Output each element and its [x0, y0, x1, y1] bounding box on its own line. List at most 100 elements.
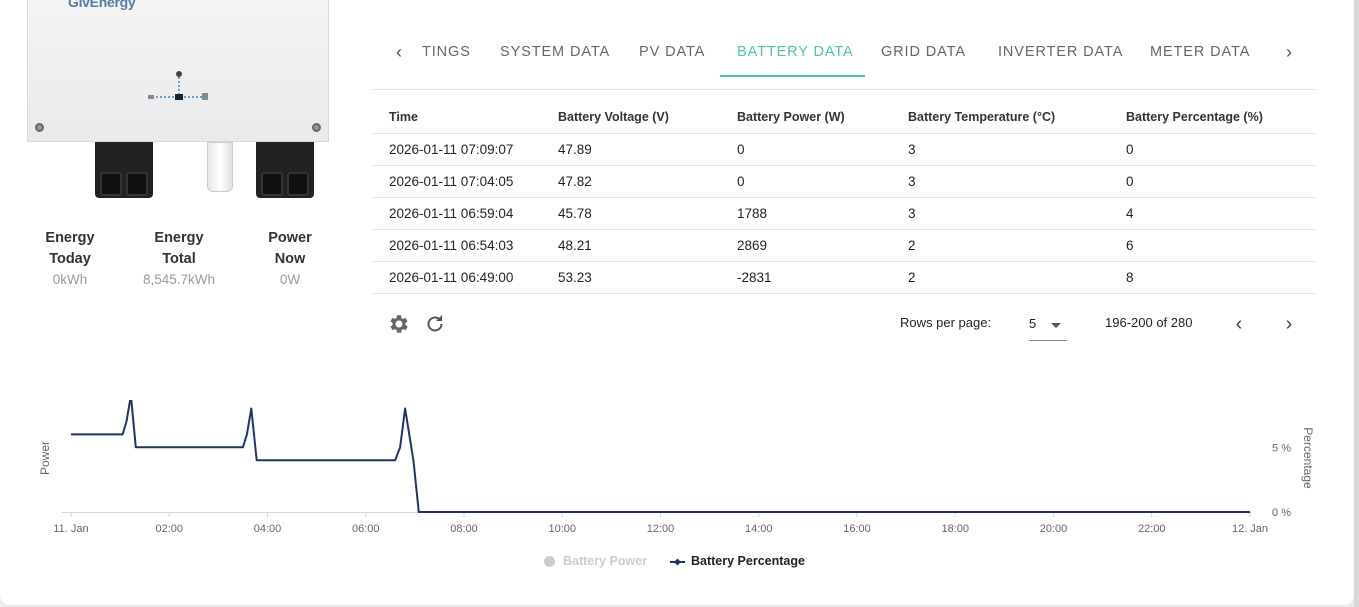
table-row: 2026-01-11 07:04:05 47.82 0 3 0 — [373, 166, 1315, 198]
cell-temperature: 3 — [908, 174, 916, 189]
inverter-image: GivEnergy — [27, 0, 330, 200]
table-row: 2026-01-11 06:54:03 48.21 2869 2 6 — [373, 230, 1315, 262]
energy-total-stat: Energy Total 8,545.7kWh — [129, 228, 229, 287]
inverter-status-icon — [148, 71, 208, 100]
dropdown-caret-icon — [1051, 323, 1061, 328]
stat-label: Energy — [154, 230, 204, 246]
table-header-row: Time Battery Voltage (V) Battery Power (… — [373, 100, 1315, 134]
cell-percentage: 0 — [1126, 174, 1134, 189]
x-tick-label: 12:00 — [647, 523, 675, 535]
battery-data-table: Time Battery Voltage (V) Battery Power (… — [373, 100, 1315, 294]
cell-voltage: 47.89 — [558, 142, 592, 157]
column-header-power[interactable]: Battery Power (W) — [737, 100, 845, 134]
rows-per-page-select[interactable]: 5 — [1029, 309, 1067, 341]
page-scrollbar[interactable] — [1354, 0, 1359, 607]
y-left-axis-title: Power — [38, 441, 52, 475]
x-tick-label: 22:00 — [1138, 523, 1166, 535]
tabs-divider — [373, 89, 1315, 90]
column-header-time[interactable]: Time — [389, 100, 418, 134]
cable-port — [95, 142, 153, 198]
stat-label: Power — [268, 230, 312, 246]
column-header-voltage[interactable]: Battery Voltage (V) — [558, 100, 669, 134]
table-row: 2026-01-11 06:59:04 45.78 1788 3 4 — [373, 198, 1315, 230]
x-tick-label: 18:00 — [941, 523, 969, 535]
cell-percentage: 4 — [1126, 206, 1134, 221]
tabs-scroll-left-button[interactable]: ‹ — [389, 42, 409, 62]
legend-label: Battery Percentage — [691, 554, 805, 568]
inverter-logo: GivEnergy — [68, 0, 136, 10]
tab-meter-data[interactable]: METER DATA — [1150, 44, 1250, 60]
stat-label: Today — [49, 251, 91, 267]
screw-icon — [312, 123, 321, 132]
column-header-temperature[interactable]: Battery Temperature (°C) — [908, 100, 1055, 134]
energy-today-stat: Energy Today 0kWh — [20, 228, 120, 287]
x-tick-label: 04:00 — [254, 523, 282, 535]
stat-value: 0W — [279, 272, 301, 287]
tab-system-data[interactable]: SYSTEM DATA — [500, 44, 610, 60]
active-tab-indicator — [720, 75, 865, 77]
pagination-range: 196-200 of 280 — [1105, 315, 1193, 330]
y-right-tick-label: 5 % — [1272, 442, 1291, 454]
tabs-scroll-right-button[interactable]: › — [1279, 42, 1299, 62]
x-tick-label: 16:00 — [843, 523, 871, 535]
x-tick-label: 02:00 — [155, 523, 183, 535]
x-tick-label: 08:00 — [450, 523, 478, 535]
table-row: 2026-01-11 06:49:00 53.23 -2831 2 8 — [373, 262, 1315, 294]
tab-inverter-data[interactable]: INVERTER DATA — [998, 44, 1123, 60]
cell-power: 0 — [737, 174, 745, 189]
cell-percentage: 8 — [1126, 270, 1134, 285]
cell-time: 2026-01-11 06:54:03 — [389, 238, 514, 253]
legend-marker-icon — [544, 556, 555, 567]
legend-line-icon — [670, 558, 685, 566]
refresh-icon[interactable] — [423, 312, 447, 336]
cell-temperature: 2 — [908, 238, 916, 253]
tab-grid-data[interactable]: GRID DATA — [881, 44, 966, 60]
cell-percentage: 6 — [1126, 238, 1134, 253]
cell-power: 2869 — [737, 238, 768, 253]
rows-per-page-label: Rows per page: — [900, 315, 992, 330]
stat-label: Total — [162, 251, 196, 267]
stat-value: 8,545.7kWh — [142, 272, 216, 287]
y-right-tick-label: 0 % — [1272, 507, 1291, 519]
x-tick-label: 10:00 — [548, 523, 576, 535]
legend-label: Battery Power — [563, 554, 648, 568]
cell-time: 2026-01-11 07:09:07 — [389, 142, 514, 157]
cell-voltage: 45.78 — [558, 206, 592, 221]
rows-per-page-value: 5 — [1029, 316, 1037, 331]
battery-chart: 11. Jan 02:00 04:00 06:00 08:00 10:00 12:00 14:… — [38, 400, 1315, 535]
x-tick-label: 06:00 — [352, 523, 380, 535]
x-tick-label: 20:00 — [1040, 523, 1068, 535]
cell-time: 2026-01-11 06:49:00 — [389, 270, 514, 285]
cell-voltage: 48.21 — [558, 238, 592, 253]
cell-percentage: 0 — [1126, 142, 1134, 157]
x-tick-label: 12. Jan — [1232, 523, 1268, 535]
cell-power: 1788 — [737, 206, 768, 221]
cell-temperature: 2 — [908, 270, 916, 285]
inverter-body: GivEnergy — [27, 0, 329, 142]
cell-power: -2831 — [737, 270, 772, 285]
stat-value: 0kWh — [52, 272, 88, 287]
stat-label: Energy — [45, 230, 95, 246]
cell-temperature: 3 — [908, 206, 916, 221]
next-page-button[interactable]: › — [1275, 311, 1303, 339]
tab-pv-data[interactable]: PV DATA — [639, 44, 705, 60]
screw-icon — [35, 123, 44, 132]
cell-time: 2026-01-11 06:59:04 — [389, 206, 514, 221]
cell-voltage: 53.23 — [558, 270, 592, 285]
table-footer: Rows per page: 5 196-200 of 280 ‹ › — [373, 305, 1315, 345]
cell-power: 0 — [737, 142, 745, 157]
cell-time: 2026-01-11 07:04:05 — [389, 174, 514, 189]
series-line-battery-percentage — [71, 400, 1250, 513]
table-row: 2026-01-11 07:09:07 47.89 0 3 0 — [373, 134, 1315, 166]
x-tick-label: 14:00 — [745, 523, 773, 535]
tab-settings[interactable]: TINGS — [422, 44, 471, 60]
x-tick-label: 11. Jan — [53, 523, 88, 535]
gear-icon[interactable] — [387, 312, 411, 336]
wifi-dongle — [207, 142, 233, 192]
cable-port — [256, 142, 314, 198]
cell-temperature: 3 — [908, 142, 916, 157]
column-header-percentage[interactable]: Battery Percentage (%) — [1126, 100, 1263, 134]
previous-page-button[interactable]: ‹ — [1225, 311, 1253, 339]
tab-battery-data[interactable]: BATTERY DATA — [737, 44, 854, 60]
cell-voltage: 47.82 — [558, 174, 592, 189]
